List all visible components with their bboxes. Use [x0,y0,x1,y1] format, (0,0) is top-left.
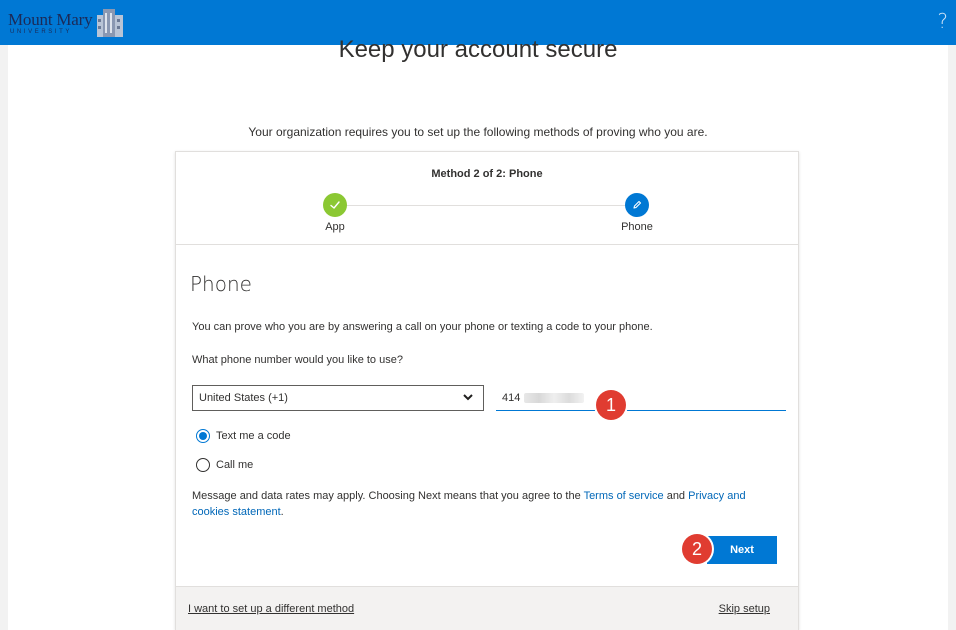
skip-setup-link[interactable]: Skip setup [719,603,770,615]
country-code-select[interactable]: United States (+1) [192,385,484,411]
option-call-me[interactable]: Call me [196,458,253,472]
different-method-link[interactable]: I want to set up a different method [188,603,354,615]
university-logo: Mount Mary UNIVERSITY [8,9,125,37]
notice-and: and [663,490,689,502]
terms-of-service-link[interactable]: Terms of service [584,490,664,502]
logo-main-text: Mount Mary [8,10,93,29]
option-text-code-label: Text me a code [216,430,291,442]
notice-suffix: . [280,506,284,518]
building-icon [97,9,124,37]
step-connector [336,205,636,206]
step-phone-current [625,193,649,217]
step-phone-label: Phone [621,221,653,233]
phone-number-value: 414 [502,391,521,404]
step-app-label: App [325,221,345,233]
page-title: Keep your account secure [338,36,618,63]
logo-sub-text: UNIVERSITY [10,29,73,35]
card-divider [176,244,798,245]
card-footer: I want to set up a different method Skip… [176,586,798,630]
setup-card: Method 2 of 2: Phone App Phone Phone You… [175,151,799,630]
pencil-icon [633,200,642,209]
page-subtitle: Your organization requires you to set up… [248,125,708,139]
section-description: You can prove who you are by answering a… [192,321,653,333]
annotation-badge-1: 1 [596,390,626,420]
radio-call-me[interactable] [196,458,210,472]
next-button[interactable]: Next [707,536,777,564]
option-call-me-label: Call me [216,459,254,471]
radio-text-code[interactable] [196,429,210,443]
annotation-badge-2: 2 [682,534,712,564]
notice-prefix: Message and data rates may apply. Choosi… [192,490,584,502]
rates-notice: Message and data rates may apply. Choosi… [192,488,782,520]
redacted-digits [524,392,585,403]
chevron-down-icon [463,394,473,401]
section-title: Phone [190,272,252,296]
option-text-code[interactable]: Text me a code [196,429,291,443]
country-code-value: United States (+1) [199,392,288,404]
step-app-complete [323,193,347,217]
check-icon [330,201,340,209]
help-icon[interactable]: ? [937,9,948,33]
phone-number-input[interactable]: 414 [496,385,786,411]
phone-question: What phone number would you like to use? [192,354,403,366]
method-progress-label: Method 2 of 2: Phone [431,168,543,180]
